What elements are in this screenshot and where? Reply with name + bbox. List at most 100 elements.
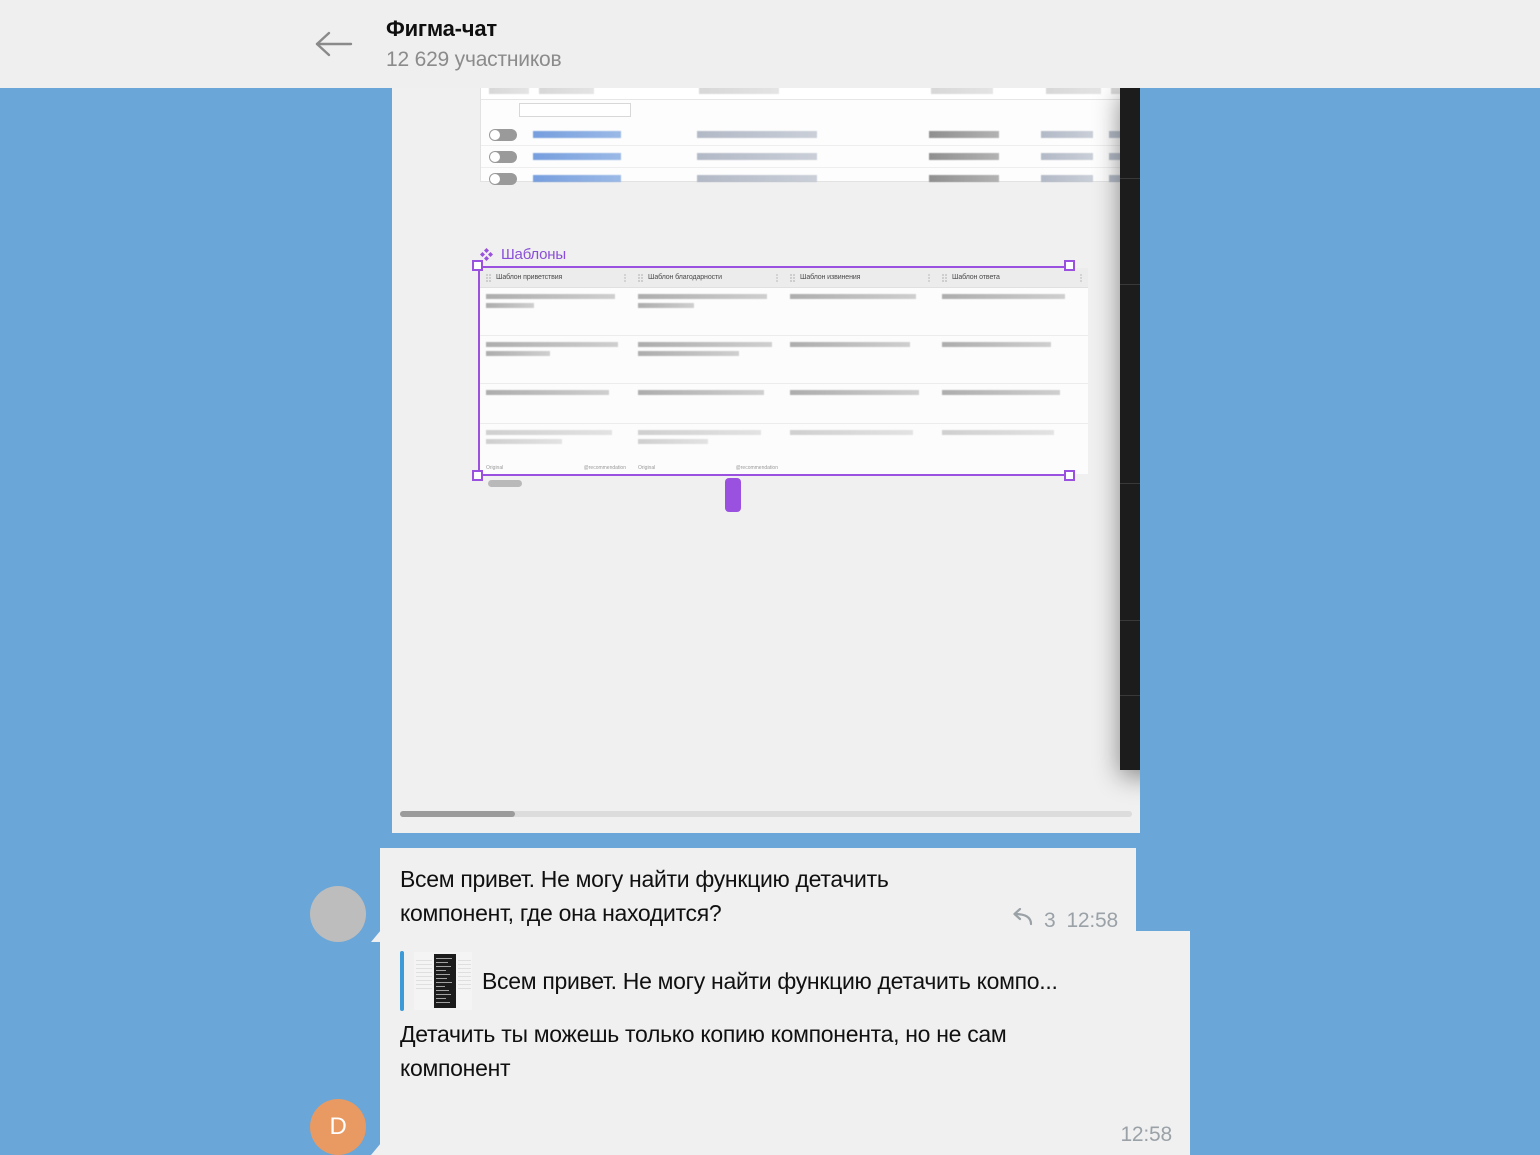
column-header: Шаблон извинения bbox=[784, 268, 936, 288]
selection-handle-bottom-left[interactable] bbox=[472, 470, 483, 481]
menu-separator bbox=[1120, 178, 1140, 179]
menu-item-flip-vertical[interactable]: Flip vertical⇧V bbox=[1120, 733, 1140, 764]
cell-footer-meta: Original @recommendation bbox=[486, 465, 626, 471]
column-header-label: Шаблон благодарности bbox=[648, 274, 722, 281]
menu-item-set-as-thumbnail[interactable]: Set as thumbnail bbox=[1120, 446, 1140, 477]
menu-item-send-to-back[interactable]: Send to back[ bbox=[1120, 247, 1140, 278]
menu-bottom-gap bbox=[1120, 764, 1140, 770]
reply-quote-block[interactable]: Всем привет. Не могу найти функцию детач… bbox=[400, 951, 1170, 1011]
menu-item-bring-to-front[interactable]: Bring to front] bbox=[1120, 216, 1140, 247]
row-toggle[interactable] bbox=[489, 173, 517, 185]
menu-item-paste-here[interactable]: Paste here bbox=[1120, 94, 1140, 110]
column-header-label: Шаблон ответа bbox=[952, 274, 1000, 281]
template-cell[interactable] bbox=[784, 288, 936, 336]
menu-item-paste-to-replace[interactable]: Paste to replace⇧⌘R bbox=[1120, 110, 1140, 141]
template-cell[interactable] bbox=[784, 336, 936, 384]
row-toggle[interactable] bbox=[489, 129, 517, 141]
column-header-label: Шаблон извинения bbox=[800, 274, 861, 281]
template-cell-placeholder[interactable] bbox=[480, 424, 632, 462]
header-titles[interactable]: Фигма-чат 12 629 участников bbox=[386, 15, 562, 74]
template-cell[interactable] bbox=[480, 288, 632, 336]
figma-context-menu[interactable]: Paste herePaste to replace⇧⌘RCopy/Paste … bbox=[1120, 88, 1140, 770]
message-bubble[interactable]: Всем привет. Не могу найти функцию детач… bbox=[371, 848, 1136, 942]
photo-message-bubble[interactable]: Шаблоны Шаблон приветствия Original @rec… bbox=[392, 88, 1140, 833]
more-options-icon[interactable] bbox=[1080, 274, 1082, 282]
menu-item-plugins[interactable]: Plugins bbox=[1120, 552, 1140, 583]
figma-inner-scrollbar[interactable] bbox=[488, 480, 522, 487]
template-column[interactable]: Шаблон извинения bbox=[784, 268, 937, 474]
menu-item-lock-unlock[interactable]: Lock/Unlock⇧⌘L bbox=[1120, 658, 1140, 689]
template-cell-placeholder[interactable] bbox=[936, 424, 1088, 462]
template-cell[interactable] bbox=[936, 288, 1088, 336]
figma-canvas-screenshot: Шаблоны Шаблон приветствия Original @rec… bbox=[392, 88, 1140, 833]
message-bubble[interactable]: Всем привет. Не могу найти функцию детач… bbox=[371, 931, 1190, 1155]
selection-handle-bottom-right[interactable] bbox=[1064, 470, 1075, 481]
chat-title: Фигма-чат bbox=[386, 15, 497, 41]
message-row-question: Всем привет. Не могу найти функцию детач… bbox=[310, 848, 1136, 942]
more-options-icon[interactable] bbox=[624, 274, 626, 282]
template-cell[interactable] bbox=[480, 336, 632, 384]
menu-item-show-hide[interactable]: Show/Hide⇧⌘H bbox=[1120, 627, 1140, 658]
photo-scrollbar-thumb[interactable] bbox=[400, 811, 515, 817]
template-cell[interactable] bbox=[936, 336, 1088, 384]
figma-selected-frame[interactable]: Шаблон приветствия Original @recommendat… bbox=[478, 266, 1088, 476]
table-row[interactable] bbox=[481, 123, 1139, 146]
table-search-input[interactable] bbox=[519, 103, 631, 117]
telegram-chat-screen: Фигма-чат 12 629 участников Шаблоны Шабл… bbox=[0, 0, 1540, 1155]
figma-purple-chip[interactable] bbox=[725, 478, 741, 512]
back-button[interactable] bbox=[306, 16, 362, 72]
template-cell[interactable] bbox=[632, 288, 784, 336]
menu-item-frame-selection[interactable]: Frame selection⌥⌘G bbox=[1120, 322, 1140, 353]
figma-data-table bbox=[480, 88, 1140, 185]
thumbnail-table-right bbox=[458, 960, 471, 990]
figma-section-label: Шаблоны bbox=[501, 246, 566, 263]
reply-thumbnail[interactable] bbox=[414, 952, 472, 1010]
template-cell[interactable] bbox=[784, 384, 936, 424]
message-text: Детачить ты можешь только копию компонен… bbox=[400, 1021, 1007, 1081]
menu-item-select-layer[interactable]: Select layer bbox=[1120, 185, 1140, 216]
menu-item-widgets[interactable]: Widgets bbox=[1120, 583, 1140, 614]
template-column[interactable]: Шаблон благодарности Original @recommend… bbox=[632, 268, 785, 474]
row-toggle[interactable] bbox=[489, 151, 517, 163]
chat-message-list[interactable]: Шаблоны Шаблон приветствия Original @rec… bbox=[0, 88, 1540, 1155]
column-header: Шаблон приветствия bbox=[480, 268, 632, 288]
avatar[interactable]: D bbox=[310, 1099, 366, 1155]
reply-count: 3 bbox=[1043, 909, 1056, 932]
bubble-tail bbox=[371, 1143, 381, 1155]
table-row[interactable] bbox=[481, 167, 1139, 189]
drag-handle-icon[interactable] bbox=[790, 273, 795, 282]
more-options-icon[interactable] bbox=[776, 274, 778, 282]
menu-item-copy-paste-as[interactable]: Copy/Paste as bbox=[1120, 141, 1140, 172]
template-cell[interactable] bbox=[632, 336, 784, 384]
menu-item-use-as-mask[interactable]: Use as mask^⌘M bbox=[1120, 415, 1140, 446]
menu-separator bbox=[1120, 483, 1140, 484]
message-time: 12:58 bbox=[1120, 1123, 1172, 1146]
drag-handle-icon[interactable] bbox=[638, 273, 643, 282]
table-row[interactable] bbox=[481, 145, 1139, 168]
drag-handle-icon[interactable] bbox=[486, 273, 491, 282]
menu-item-group-selection[interactable]: Group selection⌘G bbox=[1120, 291, 1140, 322]
menu-separator bbox=[1120, 695, 1140, 696]
template-cell[interactable] bbox=[480, 384, 632, 424]
selection-handle-top-right[interactable] bbox=[1064, 260, 1075, 271]
template-cell[interactable] bbox=[632, 384, 784, 424]
menu-item-flatten[interactable]: Flatten⌘E bbox=[1120, 353, 1140, 384]
template-cell-placeholder[interactable] bbox=[632, 424, 784, 462]
more-options-icon[interactable] bbox=[928, 274, 930, 282]
chat-members-count: 12 629 участников bbox=[386, 47, 562, 71]
template-column[interactable]: Шаблон ответа bbox=[936, 268, 1088, 474]
menu-item-flip-horizontal[interactable]: Flip horizontal⇧H bbox=[1120, 702, 1140, 733]
message-time: 12:58 bbox=[1066, 909, 1118, 932]
template-cell[interactable] bbox=[936, 384, 1088, 424]
drag-handle-icon[interactable] bbox=[942, 273, 947, 282]
menu-item-main-component[interactable]: Main component bbox=[1120, 521, 1140, 552]
message-meta: 12:58 bbox=[1120, 1123, 1172, 1147]
menu-item-add-auto-layout[interactable]: Add auto layout⇧A bbox=[1120, 490, 1140, 521]
menu-item-outline-stroke[interactable]: Outline stroke⇧⌘O bbox=[1120, 384, 1140, 415]
template-column[interactable]: Шаблон приветствия Original @recommendat… bbox=[480, 268, 633, 474]
template-cell-placeholder[interactable] bbox=[784, 424, 936, 462]
figma-section-title[interactable]: Шаблоны bbox=[480, 246, 566, 263]
selection-handle-top-left[interactable] bbox=[472, 260, 483, 271]
footer-left-label: Original bbox=[638, 465, 656, 471]
reply-quote-text: Всем привет. Не могу найти функцию детач… bbox=[482, 967, 1058, 994]
